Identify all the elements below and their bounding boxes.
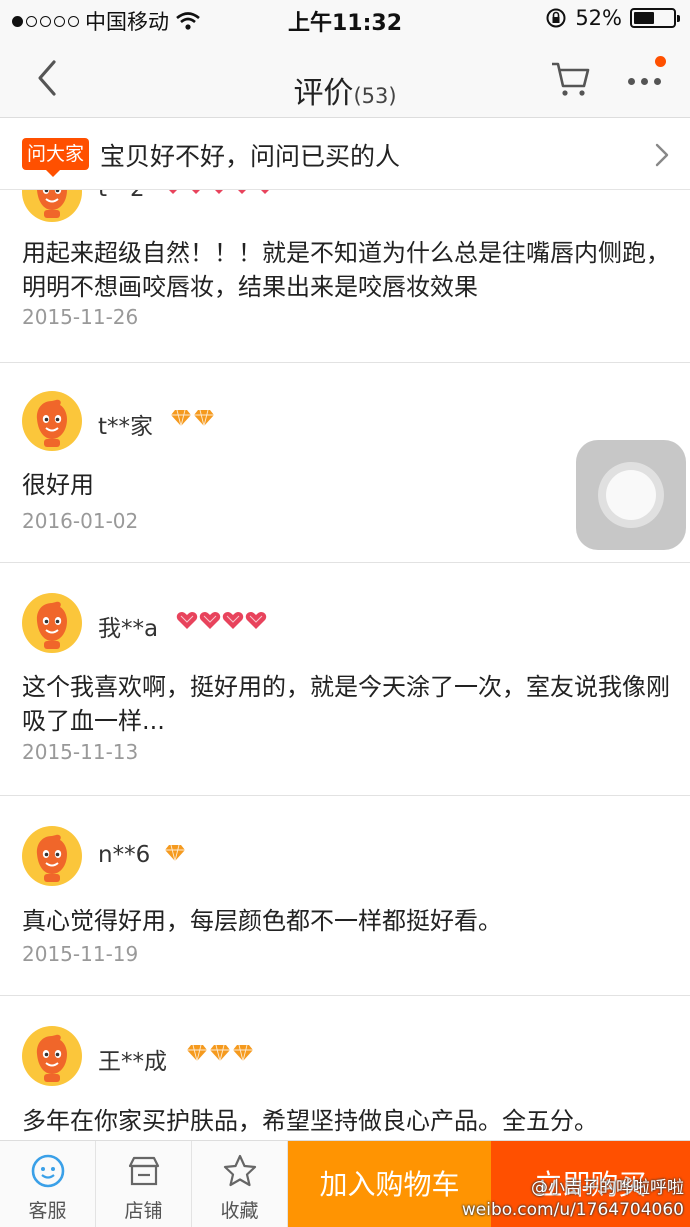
heart-gem-icon bbox=[185, 190, 207, 200]
credit-level-icons bbox=[186, 1044, 254, 1066]
page-title-text: 评价 bbox=[293, 76, 354, 111]
customer-service-button[interactable]: 客服 bbox=[0, 1141, 96, 1227]
user-avatar bbox=[22, 1026, 82, 1086]
notification-dot bbox=[655, 56, 666, 67]
review-text: 多年在你家买护肤品，希望坚持做良心产品。全五分。 bbox=[22, 1107, 598, 1135]
watermark-url: weibo.com/u/1764704060 bbox=[461, 1200, 684, 1220]
watermark-handle: @小吉子的哗啦呼啦 bbox=[531, 1178, 684, 1198]
ask-everyone-text: 宝贝好不好，问问已买的人 bbox=[100, 142, 401, 171]
reviewer-name: 我**a bbox=[98, 616, 159, 642]
review-count: (53) bbox=[353, 84, 397, 108]
credit-level-icons bbox=[176, 611, 267, 635]
review-list[interactable]: t**2 用起来超级自然！！！就是不知道为什么总是往嘴唇内侧跑，明明不想画咬唇妆… bbox=[0, 190, 690, 1140]
diamond-gem-icon bbox=[209, 1044, 231, 1066]
shop-icon bbox=[128, 1156, 160, 1186]
assistive-touch-button[interactable] bbox=[576, 440, 686, 550]
heart-gem-icon bbox=[222, 611, 244, 635]
heart-gem-icon bbox=[231, 190, 253, 200]
diamond-gem-icon bbox=[164, 844, 186, 866]
credit-level-icons bbox=[162, 190, 276, 200]
mascot-avatar-icon bbox=[37, 190, 67, 218]
review-text: 很好用 bbox=[22, 471, 94, 499]
reviewer-name: 王**成 bbox=[98, 1049, 167, 1075]
diamond-gem-icon bbox=[193, 409, 215, 431]
user-avatar bbox=[22, 391, 82, 451]
heart-gem-icon bbox=[162, 190, 184, 200]
battery-icon bbox=[630, 8, 680, 28]
diamond-gem-icon bbox=[170, 409, 192, 431]
rotation-lock-icon bbox=[546, 8, 566, 28]
diamond-gem-icon bbox=[232, 1044, 254, 1066]
review-date: 2015-11-19 bbox=[22, 942, 139, 966]
review-date: 2015-11-13 bbox=[22, 740, 139, 764]
reviewer-name: n**6 bbox=[98, 842, 151, 868]
navigation-bar: 评价(53) bbox=[0, 38, 690, 118]
chevron-right-icon bbox=[655, 143, 669, 167]
reviewer-name: t**2 bbox=[98, 190, 145, 202]
review-text: 这个我喜欢啊，挺好用的，就是今天涂了一次，室友说我像刚吸了血一样... bbox=[22, 673, 670, 735]
status-right: 52% bbox=[545, 6, 680, 30]
review-date: 2015-11-26 bbox=[22, 305, 139, 329]
battery-percent: 52% bbox=[575, 6, 622, 30]
user-avatar bbox=[22, 190, 82, 222]
review-item: t**2 用起来超级自然！！！就是不知道为什么总是往嘴唇内侧跑，明明不想画咬唇妆… bbox=[0, 190, 690, 363]
user-avatar bbox=[22, 593, 82, 653]
ask-everyone-bar[interactable]: 问大家 宝贝好不好，问问已买的人 bbox=[0, 118, 690, 190]
mascot-avatar-icon bbox=[36, 601, 67, 649]
reviewer-name: t**家 bbox=[98, 414, 154, 440]
status-bar: 中国移动 上午11:32 52% bbox=[0, 0, 690, 38]
shop-button[interactable]: 店铺 bbox=[96, 1141, 192, 1227]
mascot-avatar-icon bbox=[36, 1034, 67, 1082]
mascot-avatar-icon bbox=[36, 399, 67, 447]
review-item: 王**成 多年在你家买护肤品，希望坚持做良心产品。全五分。 bbox=[0, 996, 690, 1140]
favorite-button[interactable]: 收藏 bbox=[192, 1141, 288, 1227]
ask-everyone-badge: 问大家 bbox=[22, 138, 90, 177]
shopping-cart-icon[interactable] bbox=[548, 56, 592, 100]
favorite-label: 收藏 bbox=[220, 1200, 259, 1222]
heart-gem-icon bbox=[208, 190, 230, 200]
heart-gem-icon bbox=[199, 611, 221, 635]
add-to-cart-button[interactable]: 加入购物车 bbox=[288, 1141, 491, 1227]
heart-gem-icon bbox=[245, 611, 267, 635]
review-item: n**6 真心觉得好用，每层颜色都不一样都挺好看。 2015-11-19 bbox=[0, 796, 690, 996]
customer-service-label: 客服 bbox=[28, 1200, 67, 1222]
star-icon bbox=[223, 1154, 257, 1187]
credit-level-icons bbox=[164, 844, 186, 866]
review-date: 2016-01-02 bbox=[22, 509, 139, 533]
mascot-avatar-icon bbox=[36, 834, 67, 882]
review-item: 我**a 这个我喜欢啊，挺好用的，就是今天涂了一次，室友说我像刚吸了血一样...… bbox=[0, 563, 690, 796]
user-avatar bbox=[22, 826, 82, 886]
credit-level-icons bbox=[170, 409, 215, 431]
diamond-gem-icon bbox=[186, 1044, 208, 1066]
shop-label: 店铺 bbox=[124, 1200, 163, 1222]
customer-service-icon bbox=[31, 1154, 65, 1188]
heart-gem-icon bbox=[254, 190, 276, 200]
heart-gem-icon bbox=[176, 611, 198, 635]
more-options-icon[interactable] bbox=[622, 56, 666, 96]
review-text: 用起来超级自然！！！就是不知道为什么总是往嘴唇内侧跑，明明不想画咬唇妆，结果出来… bbox=[22, 239, 670, 301]
review-text: 真心觉得好用，每层颜色都不一样都挺好看。 bbox=[22, 907, 502, 935]
